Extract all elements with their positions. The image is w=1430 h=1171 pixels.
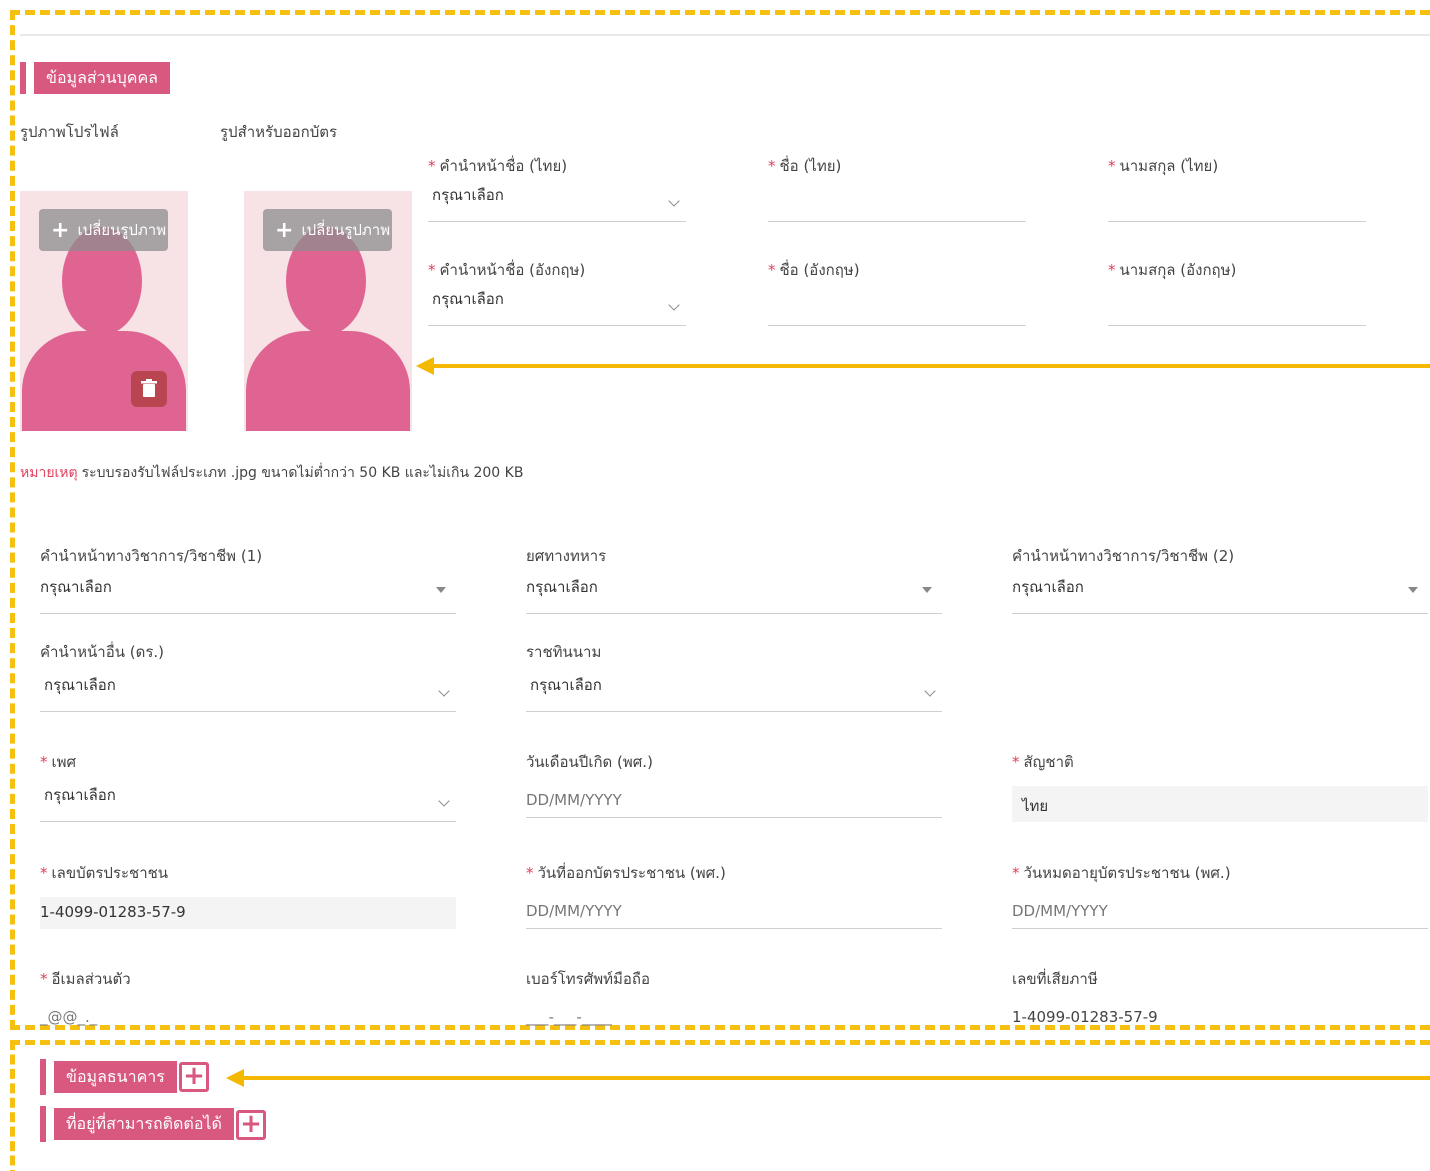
citizen-id-field: 1-4099-01283-57-9 — [40, 897, 456, 929]
other-prefix-select[interactable]: กรุณาเลือก — [40, 666, 456, 712]
annotation-arrow-head — [416, 357, 434, 375]
last-name-en-label: * นามสกุล (อังกฤษ) — [1108, 261, 1237, 279]
plus-icon: + — [51, 218, 70, 243]
section-title-personal: ข้อมูลส่วนบุคคล — [34, 62, 170, 94]
last-name-th-input[interactable] — [1108, 178, 1366, 222]
avatar-silhouette-body — [246, 331, 410, 431]
section-title-address[interactable]: ที่อยู่ที่สามารถติดต่อได้ — [54, 1108, 234, 1140]
military-rank-select[interactable]: กรุณาเลือก — [526, 572, 942, 614]
prefix-th-select[interactable]: กรุณาเลือก — [428, 178, 686, 222]
nationality-field: ไทย — [1012, 786, 1428, 822]
expand-bank-plus-icon[interactable]: + — [179, 1062, 209, 1092]
annotation-arrow-head — [226, 1069, 244, 1087]
change-card-photo-button[interactable]: + เปลี่ยนรูปภาพ — [263, 209, 392, 251]
profile-photo-label: รูปภาพโปรไฟล์ — [20, 123, 119, 141]
card-photo-label: รูปสำหรับออกบัตร — [220, 123, 338, 141]
academic-prefix-1-label: คำนำหน้าทางวิชาการ/วิชาชีพ (1) — [40, 547, 263, 565]
trash-icon — [141, 379, 157, 397]
section-accent-bar — [40, 1059, 46, 1095]
expand-address-plus-icon[interactable]: + — [236, 1110, 266, 1140]
id-issue-date-input[interactable]: DD/MM/YYYY — [526, 893, 942, 929]
chevron-down-icon — [438, 795, 450, 807]
mobile-label: เบอร์โทรศัพท์มือถือ — [526, 970, 650, 988]
caret-down-icon — [436, 587, 446, 593]
royal-title-select[interactable]: กรุณาเลือก — [526, 666, 942, 712]
section-accent-bar — [20, 62, 26, 94]
other-prefix-label: คำนำหน้าอื่น (ดร.) — [40, 643, 164, 661]
chevron-down-icon — [438, 685, 450, 697]
delete-photo-button[interactable] — [131, 371, 167, 407]
academic-prefix-2-label: คำนำหน้าทางวิชาการ/วิชาชีพ (2) — [1012, 547, 1235, 565]
academic-prefix-1-select[interactable]: กรุณาเลือก — [40, 572, 456, 614]
gender-label: * เพศ — [40, 753, 77, 771]
annotation-arrow-line — [242, 1076, 1430, 1080]
annotation-arrow-line — [432, 364, 1430, 368]
plus-icon: + — [275, 218, 294, 243]
id-expiry-date-input[interactable]: DD/MM/YYYY — [1012, 893, 1428, 929]
email-label: * อีเมลส่วนตัว — [40, 970, 131, 988]
id-issue-date-label: * วันที่ออกบัตรประชาชน (พศ.) — [526, 864, 726, 882]
prefix-en-label: * คำนำหน้าชื่อ (อังกฤษ) — [428, 261, 586, 279]
birth-date-label: วันเดือนปีเกิด (พศ.) — [526, 753, 653, 771]
section-title-bank[interactable]: ข้อมูลธนาคาร — [54, 1061, 177, 1093]
id-expiry-date-label: * วันหมดอายุบัตรประชาชน (พศ.) — [1012, 864, 1231, 882]
first-name-en-label: * ชื่อ (อังกฤษ) — [768, 261, 860, 279]
first-name-en-input[interactable] — [768, 282, 1026, 326]
chevron-down-icon — [924, 685, 936, 697]
nationality-label: * สัญชาติ — [1012, 753, 1074, 771]
birth-date-input[interactable]: DD/MM/YYYY — [526, 782, 942, 818]
email-input[interactable]: _@@_._ — [40, 1008, 97, 1026]
military-rank-label: ยศทางทหาร — [526, 547, 607, 565]
prefix-en-select[interactable]: กรุณาเลือก — [428, 282, 686, 326]
chevron-down-icon — [668, 195, 680, 207]
section-accent-bar — [40, 1106, 46, 1142]
last-name-en-input[interactable] — [1108, 282, 1366, 326]
mobile-input[interactable]: ___-___-____ — [526, 1008, 612, 1026]
chevron-down-icon — [668, 299, 680, 311]
last-name-th-label: * นามสกุล (ไทย) — [1108, 157, 1219, 175]
royal-title-label: ราชทินนาม — [526, 643, 602, 661]
prefix-th-label: * คำนำหน้าชื่อ (ไทย) — [428, 157, 568, 175]
change-profile-photo-button[interactable]: + เปลี่ยนรูปภาพ — [39, 209, 168, 251]
academic-prefix-2-select[interactable]: กรุณาเลือก — [1012, 572, 1428, 614]
first-name-th-label: * ชื่อ (ไทย) — [768, 157, 842, 175]
caret-down-icon — [922, 587, 932, 593]
caret-down-icon — [1408, 587, 1418, 593]
tax-id-value: 1-4099-01283-57-9 — [1012, 1008, 1158, 1026]
citizen-id-label: * เลขบัตรประชาชน — [40, 864, 169, 882]
file-requirement-note: หมายเหตุ ระบบรองรับไฟล์ประเภท .jpg ขนาดไม… — [20, 465, 524, 481]
tax-id-label: เลขที่เสียภาษี — [1012, 970, 1098, 988]
first-name-th-input[interactable] — [768, 178, 1026, 222]
gender-select[interactable]: กรุณาเลือก — [40, 776, 456, 822]
divider — [20, 34, 1430, 36]
annotation-frame-sections — [10, 1040, 1430, 1171]
